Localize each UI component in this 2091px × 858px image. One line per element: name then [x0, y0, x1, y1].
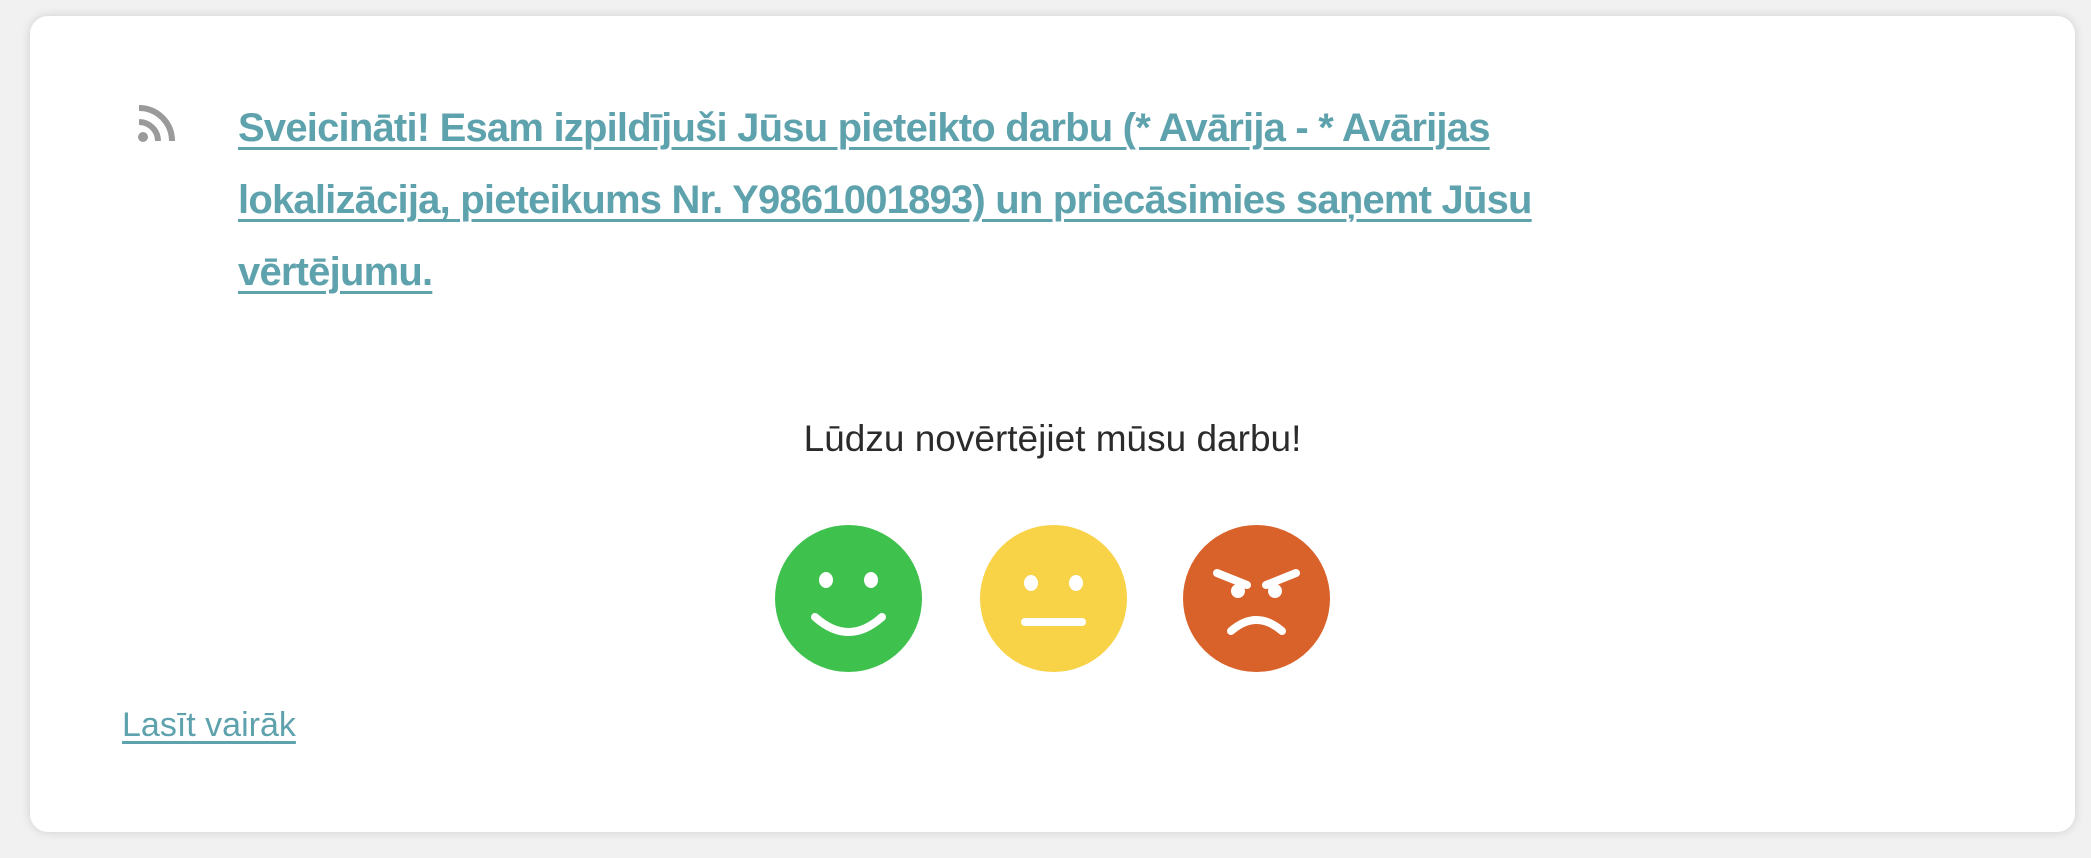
neutral-face-icon[interactable] [980, 525, 1127, 672]
happy-face-icon[interactable] [775, 525, 922, 672]
rating-options [775, 525, 1335, 675]
rating-prompt: Lūdzu novērtējiet mūsu darbu! [803, 418, 1302, 459]
notification-card: Sveicināti! Esam izpildījuši Jūsu pietei… [30, 16, 2075, 832]
rss-icon [136, 104, 176, 144]
notification-message-link[interactable]: Sveicināti! Esam izpildījuši Jūsu pietei… [238, 92, 1658, 308]
angry-face-icon[interactable] [1183, 525, 1330, 672]
read-more-link[interactable]: Lasīt vairāk [122, 706, 296, 745]
